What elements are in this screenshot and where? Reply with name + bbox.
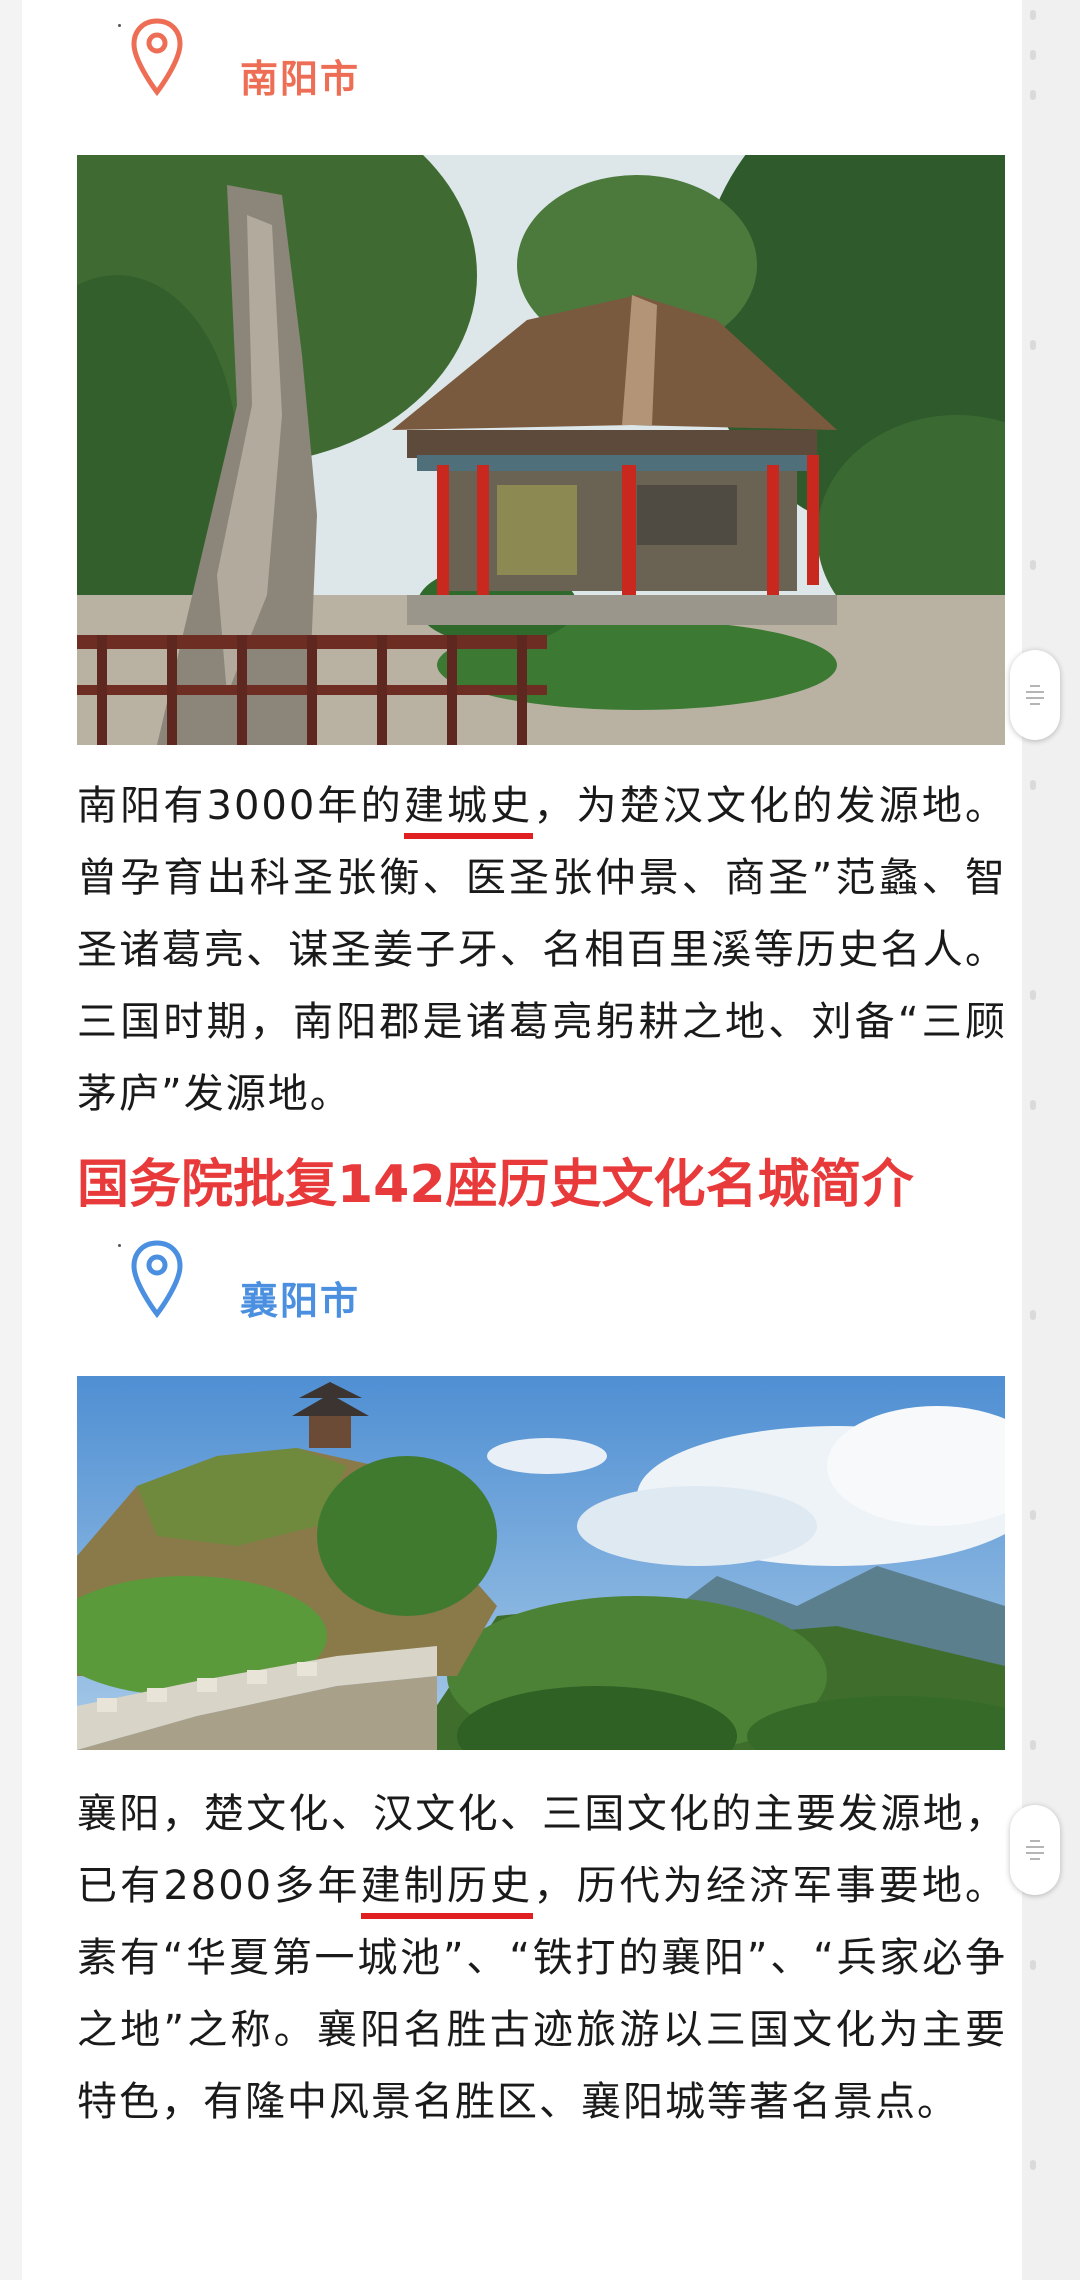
city-header-xiangyang: 襄阳市 <box>22 1240 1022 1340</box>
city-title: 南阳市 <box>240 57 361 101</box>
city-title: 襄阳市 <box>240 1279 361 1323</box>
city-header-nanyang: 南阳市 <box>22 18 1022 118</box>
nanyang-photo <box>77 155 1005 745</box>
article-page: 南阳市 南阳有3000年的建城史，为楚汉文化的发源地。曾孕育出科圣张衡、医圣张仲… <box>22 0 1022 2280</box>
hill-wall-image <box>77 1376 1005 1750</box>
xiangyang-photo <box>77 1376 1005 1750</box>
highlighted-phrase: 建城史 <box>403 783 534 839</box>
scroll-rail[interactable] <box>1030 0 1036 2280</box>
nanyang-description: 南阳有3000年的建城史，为楚汉文化的发源地。曾孕育出科圣张衡、医圣张仲景、商圣… <box>77 770 1007 1130</box>
paragraph-text: 南阳有3000年的 <box>77 783 404 829</box>
drag-handle-icon[interactable] <box>1010 1805 1060 1895</box>
pavilion-image <box>77 155 1005 745</box>
drag-handle-icon[interactable] <box>1010 650 1060 740</box>
paragraph-text: ，为楚汉文化的发源地。曾孕育出科圣张衡、医圣张仲景、商圣”范蠡、智圣诸葛亮、谋圣… <box>77 783 1008 1117</box>
xiangyang-description: 襄阳，楚文化、汉文化、三国文化的主要发源地，已有2800多年建制历史，历代为经济… <box>77 1778 1007 2138</box>
page-headline: 国务院批复142座历史文化名城简介 <box>77 1155 914 1215</box>
map-pin-icon <box>131 1240 183 1318</box>
marker-dot <box>118 24 121 27</box>
highlighted-phrase: 建制历史 <box>360 1863 534 1919</box>
marker-dot <box>118 1244 121 1247</box>
map-pin-icon <box>131 18 183 96</box>
